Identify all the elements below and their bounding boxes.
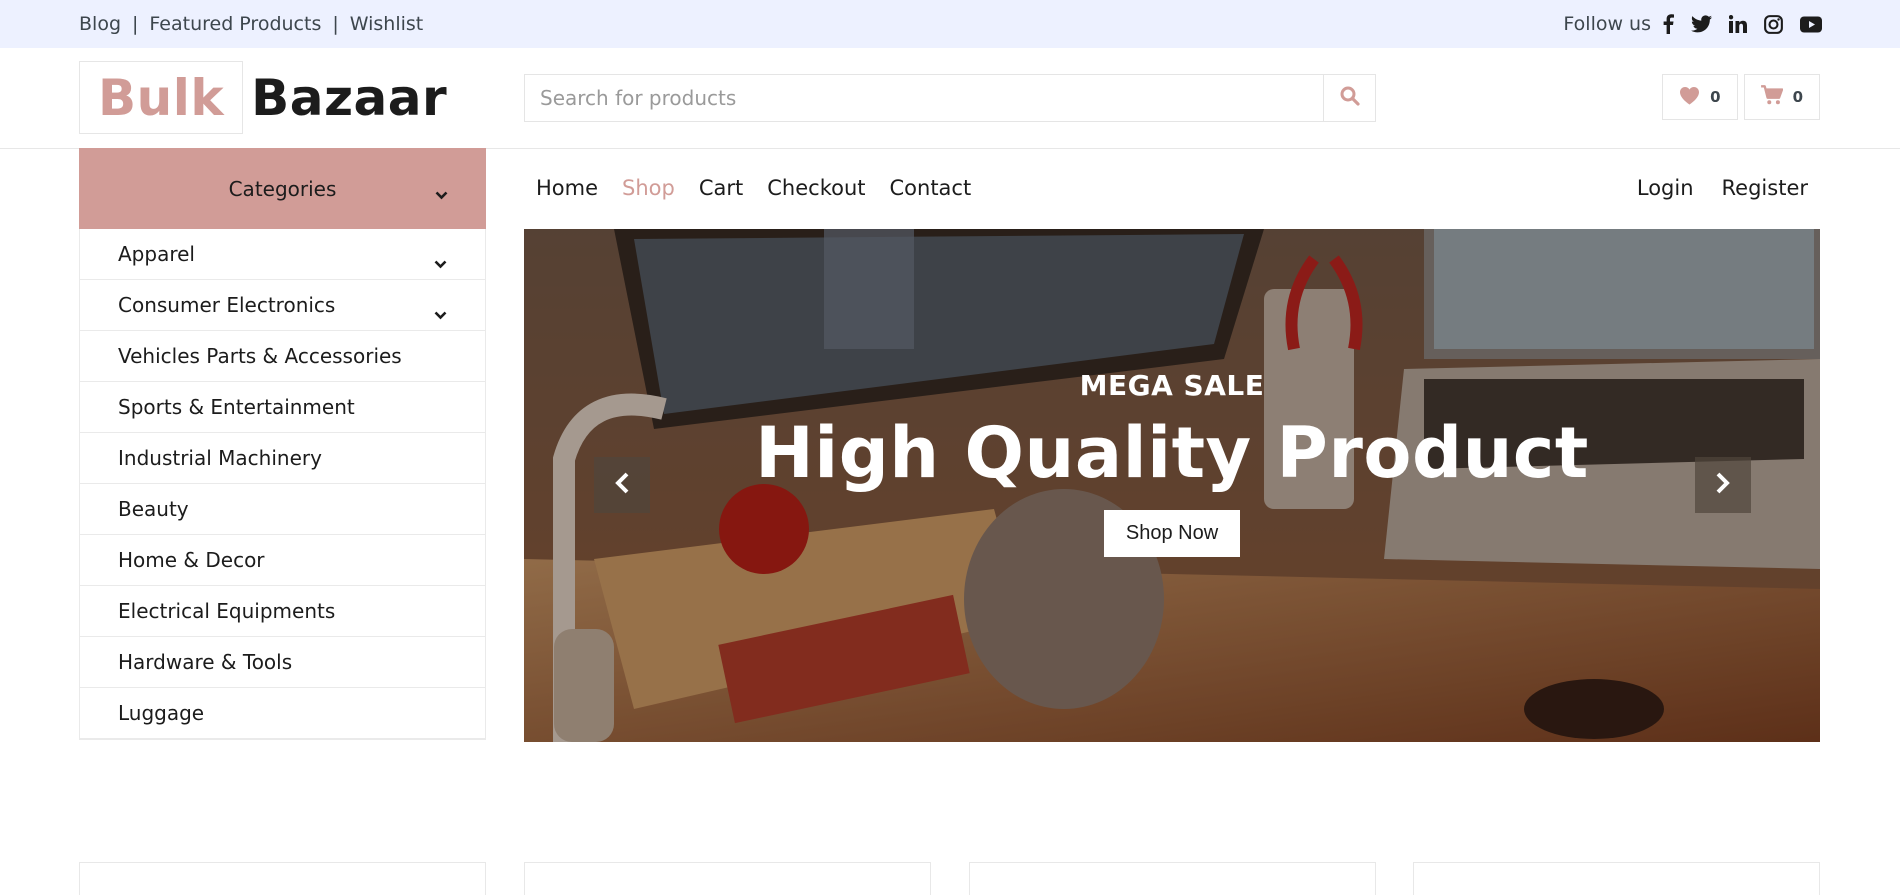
categories-toggle[interactable]: Categories: [79, 148, 486, 229]
chevron-down-icon: [435, 181, 448, 205]
chevron-down-icon: [434, 250, 447, 274]
follow-us: Follow us: [1563, 0, 1822, 48]
nav-checkout[interactable]: Checkout: [767, 176, 865, 200]
facebook-icon[interactable]: [1663, 14, 1674, 34]
categories-list: Apparel Consumer Electronics Vehicles Pa…: [79, 229, 486, 740]
nav-cart[interactable]: Cart: [699, 176, 743, 200]
logo-bazaar: Bazaar: [251, 68, 448, 127]
search-button[interactable]: [1323, 75, 1375, 121]
feature-card: [969, 862, 1376, 895]
wishlist-count: 0: [1710, 88, 1721, 106]
hero-headline: High Quality Product: [755, 412, 1589, 494]
feature-card: [1413, 862, 1820, 895]
cart-icon: [1760, 85, 1783, 109]
category-item-vehicles-parts[interactable]: Vehicles Parts & Accessories: [80, 331, 485, 382]
nav-home[interactable]: Home: [536, 176, 598, 200]
main-nav: Home Shop Cart Checkout Contact Login Re…: [524, 148, 1820, 228]
search-icon: [1340, 86, 1360, 110]
feature-card: [524, 862, 931, 895]
site-header: Bulk Bazaar 0 0: [0, 48, 1900, 149]
hero-carousel: MEGA SALE High Quality Product Shop Now: [524, 229, 1820, 742]
category-label: Consumer Electronics: [118, 293, 336, 317]
cart-button[interactable]: 0: [1743, 74, 1820, 120]
featured-products-link[interactable]: Featured Products: [149, 13, 321, 35]
top-links: Blog | Featured Products | Wishlist: [79, 0, 423, 48]
auth-links: Login Register: [1637, 176, 1820, 200]
category-item-apparel[interactable]: Apparel: [80, 229, 485, 280]
register-link[interactable]: Register: [1722, 176, 1808, 200]
carousel-next-button[interactable]: [1695, 457, 1751, 513]
category-item-sports[interactable]: Sports & Entertainment: [80, 382, 485, 433]
instagram-icon[interactable]: [1764, 14, 1783, 34]
category-item-electrical-equipments[interactable]: Electrical Equipments: [80, 586, 485, 637]
category-label: Home & Decor: [118, 548, 265, 572]
chevron-left-icon: [614, 471, 630, 499]
top-bar: Blog | Featured Products | Wishlist Foll…: [0, 0, 1900, 48]
nav-contact[interactable]: Contact: [890, 176, 972, 200]
category-item-hardware-tools[interactable]: Hardware & Tools: [80, 637, 485, 688]
heart-icon: [1679, 86, 1700, 109]
wishlist-link[interactable]: Wishlist: [350, 13, 424, 35]
category-label: Hardware & Tools: [118, 650, 293, 674]
category-item-beauty[interactable]: Beauty: [80, 484, 485, 535]
search-bar: [524, 74, 1376, 122]
follow-us-label: Follow us: [1563, 13, 1651, 35]
category-label: Industrial Machinery: [118, 446, 322, 470]
category-item-consumer-electronics[interactable]: Consumer Electronics: [80, 280, 485, 331]
linkedin-icon[interactable]: [1729, 15, 1747, 33]
youtube-icon[interactable]: [1800, 16, 1822, 33]
carousel-prev-button[interactable]: [594, 457, 650, 513]
login-link[interactable]: Login: [1637, 176, 1694, 200]
separator: |: [332, 13, 339, 35]
category-label: Sports & Entertainment: [118, 395, 355, 419]
site-logo[interactable]: Bulk Bazaar: [79, 61, 447, 134]
logo-bulk: Bulk: [79, 61, 244, 134]
chevron-down-icon: [434, 301, 447, 325]
header-icons: 0 0: [1662, 74, 1820, 120]
category-item-luggage[interactable]: Luggage: [80, 688, 485, 739]
category-label: Apparel: [118, 242, 195, 266]
wishlist-button[interactable]: 0: [1662, 74, 1738, 120]
category-label: Luggage: [118, 701, 205, 725]
nav-links: Home Shop Cart Checkout Contact: [524, 176, 971, 200]
nav-shop[interactable]: Shop: [622, 176, 675, 200]
chevron-right-icon: [1715, 471, 1731, 499]
blog-link[interactable]: Blog: [79, 13, 121, 35]
cart-count: 0: [1792, 88, 1803, 106]
shop-now-button[interactable]: Shop Now: [1103, 510, 1241, 557]
hero-eyebrow: MEGA SALE: [1079, 369, 1265, 402]
category-label: Beauty: [118, 497, 189, 521]
category-label: Vehicles Parts & Accessories: [118, 344, 402, 368]
categories-title: Categories: [228, 176, 337, 201]
category-item-home-decor[interactable]: Home & Decor: [80, 535, 485, 586]
category-label: Electrical Equipments: [118, 599, 336, 623]
feature-card: [79, 862, 486, 895]
social-links: [1663, 14, 1822, 34]
twitter-icon[interactable]: [1691, 15, 1712, 33]
search-input[interactable]: [525, 75, 1323, 121]
separator: |: [132, 13, 139, 35]
hero-caption: MEGA SALE High Quality Product Shop Now: [524, 369, 1820, 557]
category-item-industrial-machinery[interactable]: Industrial Machinery: [80, 433, 485, 484]
